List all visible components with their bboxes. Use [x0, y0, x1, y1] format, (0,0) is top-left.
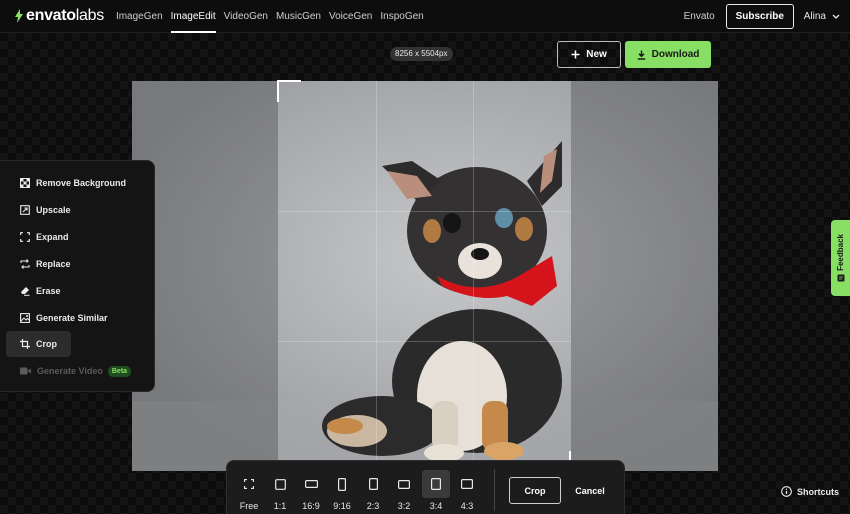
ratio-3-4[interactable]: 3:4: [422, 470, 450, 514]
landscape-icon: [461, 479, 473, 489]
image-canvas[interactable]: [132, 81, 718, 471]
beta-badge: Beta: [107, 365, 132, 377]
landscape-icon: [398, 479, 410, 489]
tool-expand[interactable]: Expand: [6, 224, 69, 250]
top-navigation: envato labs ImageGen ImageEdit VideoGen …: [0, 0, 850, 33]
tool-crop[interactable]: Crop: [6, 331, 71, 357]
product-tabs: ImageGen ImageEdit VideoGen MusicGen Voi…: [116, 0, 432, 33]
portrait-icon: [431, 478, 441, 490]
crop-grid-line: [278, 340, 571, 342]
crop-selection[interactable]: [278, 81, 571, 471]
user-name: Alina: [803, 11, 826, 22]
tool-label: Replace: [36, 259, 71, 269]
portrait-tall-icon: [338, 477, 346, 491]
tools-panel: Remove Background Upscale Expand Replace…: [0, 160, 155, 392]
tool-label: Remove Background: [36, 178, 127, 188]
tool-label: Erase: [36, 286, 61, 296]
download-label: Download: [651, 49, 700, 60]
portrait-icon: [368, 478, 378, 490]
ratio-label: 16:9: [302, 501, 320, 511]
erase-icon: [21, 287, 30, 296]
tool-upscale[interactable]: Upscale: [6, 197, 71, 223]
new-button[interactable]: New: [557, 41, 621, 68]
nav-right: Envato Subscribe Alina: [684, 0, 840, 33]
tool-label: Generate Similar: [36, 313, 108, 323]
nav-item-voicegen[interactable]: VoiceGen: [329, 0, 372, 33]
nav-item-videogen[interactable]: VideoGen: [224, 0, 268, 33]
crop-grid-line: [278, 210, 571, 212]
ratio-9-16[interactable]: 9:16: [328, 470, 356, 514]
tool-erase[interactable]: Erase: [6, 278, 61, 304]
ratio-1-1[interactable]: 1:1: [266, 470, 294, 514]
crop-grid-line: [375, 81, 377, 471]
crop-icon: [20, 339, 30, 349]
ratio-16-9[interactable]: 16:9: [297, 470, 325, 514]
video-icon: [20, 367, 31, 375]
ratio-free[interactable]: Free: [235, 470, 263, 514]
chat-icon: [837, 274, 844, 282]
square-icon: [274, 478, 286, 490]
tool-label: Crop: [36, 339, 57, 349]
image-icon: [20, 313, 30, 323]
crop-handle-top-left[interactable]: [277, 80, 301, 102]
landscape-wide-icon: [304, 480, 318, 488]
shortcuts-button[interactable]: Shortcuts: [781, 486, 839, 497]
shortcuts-label: Shortcuts: [797, 486, 840, 497]
ratio-label: 2:3: [366, 501, 380, 511]
ratio-label: 9:16: [333, 501, 351, 511]
expand-icon: [20, 232, 30, 242]
replace-icon: [20, 259, 30, 269]
info-icon: [781, 486, 792, 497]
logo-wordmark: envato: [26, 7, 76, 24]
plus-icon: [571, 50, 580, 59]
tool-label: Upscale: [36, 205, 71, 215]
tool-replace[interactable]: Replace: [6, 251, 71, 277]
envato-labs-logo[interactable]: envato labs: [14, 0, 104, 33]
image-size-badge: 8256 x 5504px: [390, 47, 453, 61]
tool-label: Expand: [36, 232, 69, 242]
user-menu[interactable]: Alina: [804, 11, 840, 22]
upscale-icon: [20, 205, 30, 215]
feedback-label: Feedback: [836, 233, 845, 271]
tool-label: Generate Video: [37, 366, 103, 376]
download-button[interactable]: Download: [625, 41, 711, 68]
cancel-button[interactable]: Cancel: [567, 477, 613, 504]
chevron-down-icon: [832, 14, 840, 19]
remove-background-icon: [20, 178, 30, 188]
leaf-icon: [15, 9, 23, 23]
ratio-4-3[interactable]: 4:3: [453, 470, 481, 514]
nav-item-imagegen[interactable]: ImageGen: [116, 0, 163, 33]
apply-crop-button[interactable]: Crop: [509, 477, 561, 504]
download-icon: [637, 50, 645, 60]
ratio-3-2[interactable]: 3:2: [390, 470, 418, 514]
new-label: New: [586, 49, 607, 60]
crop-grid-line: [473, 81, 475, 471]
nav-item-inspogen[interactable]: InspoGen: [380, 0, 423, 33]
logo-suffix: labs: [75, 7, 104, 24]
ratio-label: 1:1: [273, 501, 287, 511]
crop-toolbar: Free 1:1 16:9 9:16 2:3 3:2 3:4 4:3 Crop …: [226, 460, 625, 514]
crop-mask-right: [571, 81, 718, 471]
free-ratio-icon: [244, 479, 254, 489]
subscribe-button[interactable]: Subscribe: [725, 4, 794, 29]
feedback-tab[interactable]: Feedback: [831, 220, 850, 296]
ratio-2-3[interactable]: 2:3: [359, 470, 387, 514]
tool-generate-video[interactable]: Generate Video Beta: [6, 358, 132, 384]
ratio-label: Free: [239, 501, 259, 511]
tool-remove-background[interactable]: Remove Background: [6, 170, 126, 196]
ratio-label: 3:2: [397, 501, 411, 511]
nav-item-imageedit[interactable]: ImageEdit: [170, 0, 216, 33]
ratio-label: 4:3: [460, 501, 474, 511]
nav-item-musicgen[interactable]: MusicGen: [276, 0, 321, 33]
toolbar-divider: [494, 469, 495, 511]
envato-link[interactable]: Envato: [684, 11, 715, 22]
ratio-label: 3:4: [429, 501, 443, 511]
tool-generate-similar[interactable]: Generate Similar: [6, 305, 108, 331]
